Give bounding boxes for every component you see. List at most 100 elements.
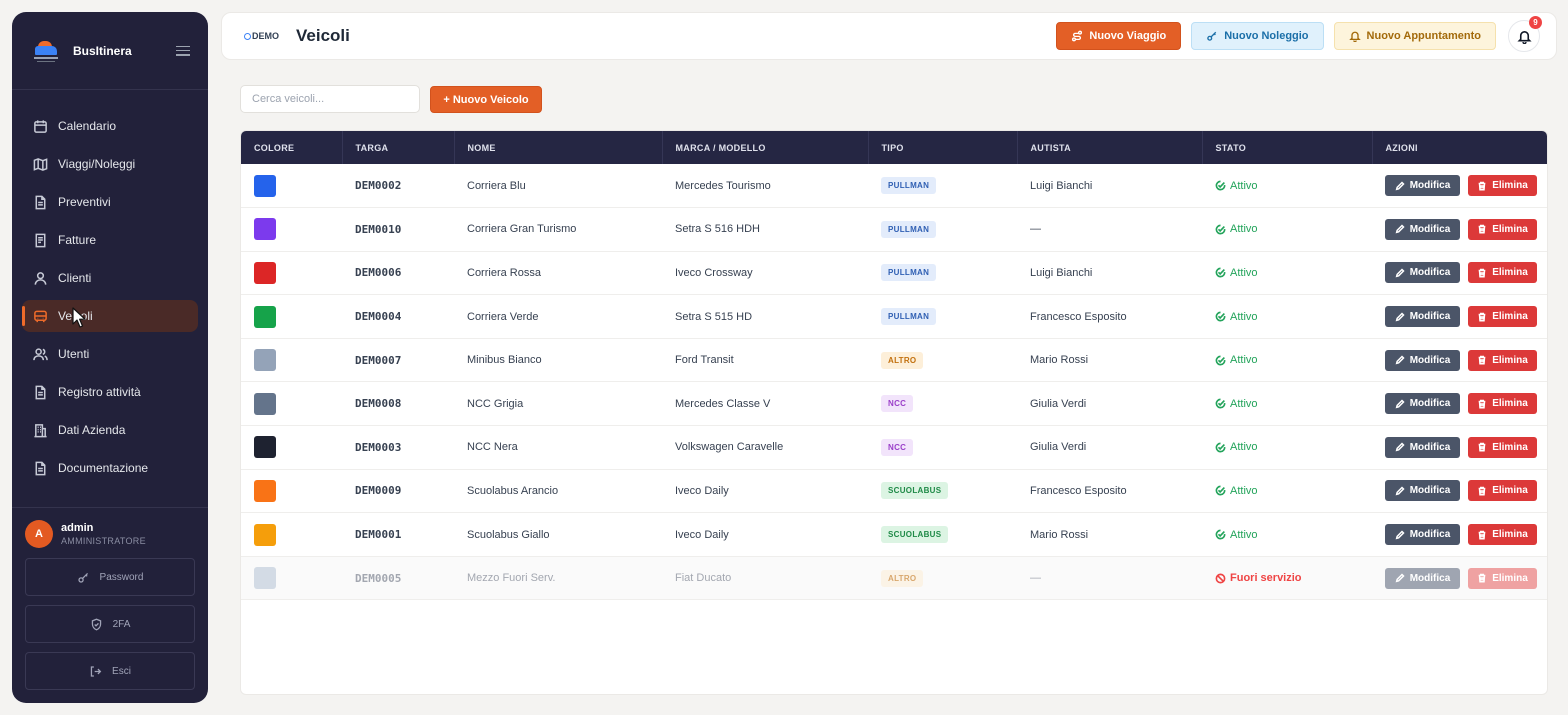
edit-button[interactable]: Modifica (1385, 218, 1460, 240)
notifications-button[interactable]: 9 (1508, 16, 1542, 52)
delete-label: Elimina (1492, 441, 1528, 453)
new-appointment-button[interactable]: Nuovo Appuntamento (1333, 22, 1496, 50)
receipt-icon (32, 232, 48, 248)
delete-button[interactable]: Elimina (1468, 306, 1537, 328)
delete-button[interactable]: Elimina (1468, 524, 1537, 546)
sidebar-item-preventivi[interactable]: Preventivi (22, 186, 198, 218)
delete-button[interactable]: Elimina (1468, 480, 1537, 502)
edit-button[interactable]: Modifica (1385, 349, 1460, 371)
status-cell: Attivo (1202, 382, 1372, 426)
logout-label: Esci (112, 665, 131, 677)
logout-icon (90, 665, 102, 677)
sidebar-item-calendario[interactable]: Calendario (22, 110, 198, 142)
password-button[interactable]: Password (25, 558, 195, 596)
key-icon (1207, 31, 1217, 41)
column-header: AZIONI (1372, 131, 1547, 164)
column-header: NOME (454, 131, 663, 164)
table-body: DEM0002 Corriera Blu Mercedes Tourismo PULL… (241, 164, 1547, 600)
search-input[interactable] (240, 85, 420, 113)
delete-label: Elimina (1492, 311, 1528, 323)
new-trip-label: Nuovo Viaggio (1089, 30, 1167, 42)
column-header: AUTISTA (1017, 131, 1203, 164)
plate-cell: DEM0003 (355, 440, 402, 454)
delete-label: Elimina (1492, 267, 1528, 279)
delete-button[interactable]: Elimina (1468, 393, 1537, 415)
color-cell (241, 382, 342, 426)
pencil-icon (1395, 573, 1405, 583)
table-row: DEM0003 NCC Nera Volkswagen Caravelle NCC Gi… (241, 426, 1547, 470)
edit-button[interactable]: Modifica (1385, 524, 1460, 546)
status-badge: Attivo (1215, 485, 1372, 497)
type-cell: NCC (868, 382, 1017, 426)
app-name: BusItinera (73, 43, 132, 58)
driver-cell: Francesco Esposito (1030, 310, 1127, 323)
delete-label: Elimina (1492, 354, 1528, 366)
name-cell: NCC Grigia (467, 397, 524, 410)
type-cell: PULLMAN (868, 251, 1017, 295)
sidebar-item-clienti[interactable]: Clienti (22, 262, 198, 294)
model-cell: Mercedes Tourismo (675, 179, 771, 192)
type-cell: PULLMAN (868, 164, 1017, 208)
status-badge: Attivo (1215, 354, 1372, 366)
edit-button[interactable]: Modifica (1385, 436, 1460, 458)
delete-button[interactable]: Elimina (1468, 218, 1537, 240)
sidebar-item-viaggi-noleggi[interactable]: Viaggi/Noleggi (22, 148, 198, 180)
edit-button[interactable]: Modifica (1385, 480, 1460, 502)
delete-button[interactable]: Elimina (1468, 262, 1537, 284)
new-trip-button[interactable]: Nuovo Viaggio (1056, 22, 1182, 50)
bell-icon (1348, 31, 1361, 42)
delete-button[interactable]: Elimina (1468, 436, 1537, 458)
type-badge: ALTRO (881, 569, 924, 587)
plate-cell: DEM0004 (355, 310, 402, 324)
status-cell: Attivo (1202, 338, 1372, 382)
color-swatch (254, 567, 276, 590)
edit-label: Modifica (1409, 572, 1451, 584)
model-cell: Volkswagen Caravelle (675, 441, 784, 454)
route-icon (1072, 30, 1083, 42)
edit-button[interactable]: Modifica (1385, 393, 1460, 415)
status-badge: Attivo (1215, 441, 1372, 453)
name-cell: Scuolabus Giallo (467, 528, 550, 541)
edit-button[interactable]: Modifica (1385, 175, 1460, 197)
new-rental-button[interactable]: Nuovo Noleggio (1191, 22, 1324, 50)
type-badge: PULLMAN (881, 220, 937, 238)
sidebar-item-veicoli[interactable]: Veicoli (22, 300, 198, 332)
check-circle-icon (1215, 180, 1226, 191)
edit-button[interactable]: Modifica (1385, 567, 1460, 589)
add-vehicle-button[interactable]: + Nuovo Veicolo (430, 86, 542, 113)
trash-icon (1478, 573, 1486, 583)
delete-button[interactable]: Elimina (1468, 349, 1537, 371)
name-cell: Mezzo Fuori Serv. (467, 572, 556, 585)
menu-toggle-icon[interactable] (176, 45, 190, 56)
sidebar-item-fatture[interactable]: Fatture (22, 224, 198, 256)
name-cell: Minibus Bianco (467, 354, 542, 367)
color-cell (241, 426, 342, 470)
name-cell: Corriera Rossa (467, 266, 541, 279)
edit-button[interactable]: Modifica (1385, 262, 1460, 284)
status-badge: Attivo (1215, 398, 1372, 410)
status-label: Attivo (1230, 223, 1258, 236)
model-cell: Mercedes Classe V (675, 397, 771, 410)
color-cell (241, 295, 342, 339)
model-cell: Iveco Crossway (675, 266, 753, 279)
delete-button[interactable]: Elimina (1468, 175, 1537, 197)
sidebar-item-dati-azienda[interactable]: Dati Azienda (22, 414, 198, 446)
sidebar-item-label: Viaggi/Noleggi (58, 157, 136, 171)
column-header: STATO (1202, 131, 1373, 164)
sidebar-item-utenti[interactable]: Utenti (22, 338, 198, 370)
delete-button[interactable]: Elimina (1468, 567, 1537, 589)
logout-button[interactable]: Esci (25, 652, 195, 690)
edit-label: Modifica (1409, 267, 1451, 279)
color-cell (241, 338, 342, 382)
type-badge: PULLMAN (881, 177, 937, 195)
trash-icon (1478, 530, 1486, 540)
sidebar-item-registro-attivit[interactable]: Registro attività (22, 376, 198, 408)
status-label: Attivo (1230, 310, 1258, 323)
sidebar-item-documentazione[interactable]: Documentazione (22, 452, 198, 484)
sidebar-item-label: Calendario (58, 119, 117, 133)
twofa-button[interactable]: 2FA (25, 605, 195, 643)
edit-button[interactable]: Modifica (1385, 306, 1460, 328)
status-cell: Attivo (1202, 426, 1372, 470)
page-title: Veicoli (296, 26, 350, 45)
driver-cell: Mario Rossi (1030, 354, 1089, 367)
